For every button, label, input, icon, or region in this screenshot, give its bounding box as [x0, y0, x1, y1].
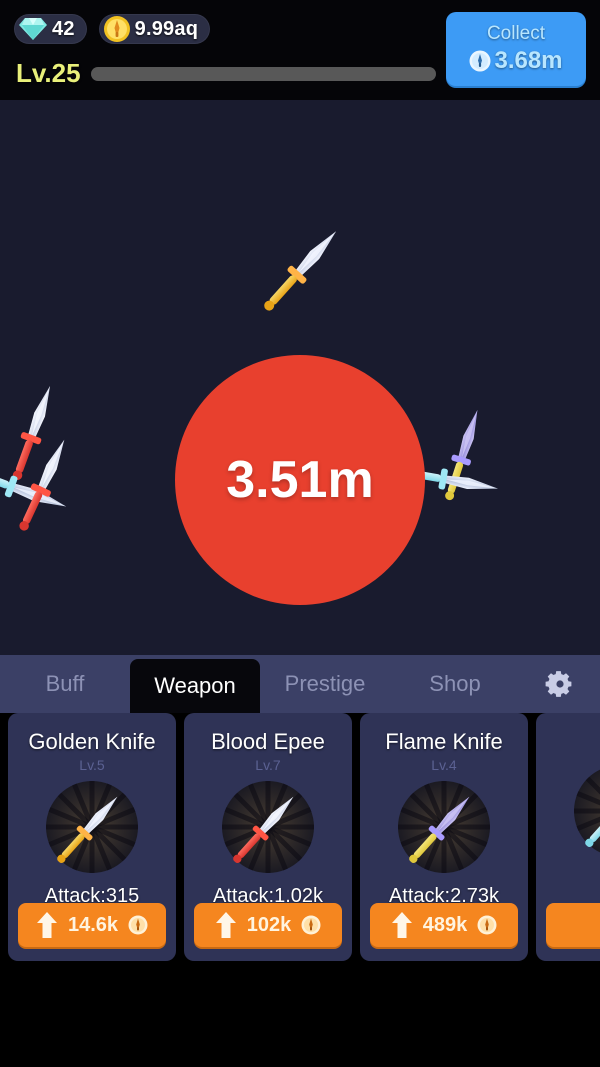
- coin-icon: [128, 915, 148, 935]
- tab-weapon[interactable]: Weapon: [130, 659, 260, 713]
- upgrade-button[interactable]: 102k: [194, 903, 342, 947]
- tab-label: Prestige: [284, 671, 366, 696]
- gem-counter[interactable]: 42: [14, 14, 87, 44]
- collect-amount-row: 3.68m: [469, 47, 563, 75]
- up-arrow-icon: [36, 911, 58, 939]
- upgrade-cost: 489k: [422, 913, 468, 936]
- weapon-card[interactable]: Golden Knife Lv.5 Attack:315 14.6k: [8, 713, 176, 961]
- upgrade-button[interactable]: 489k: [370, 903, 518, 947]
- gear-icon: [545, 669, 575, 699]
- golden-knife-flying: [250, 220, 348, 324]
- weapon-card[interactable]: Blood Epee Lv.7 Attack:1.02k 102k: [184, 713, 352, 961]
- tab-label: Buff: [45, 671, 85, 696]
- unlock-button[interactable]: [546, 903, 600, 947]
- weapon-level: Lv.4: [431, 757, 457, 773]
- play-field[interactable]: 3.51m: [0, 100, 600, 655]
- tab-prestige[interactable]: Prestige: [260, 655, 390, 713]
- tab-list: Buff Weapon Prestige Shop: [0, 655, 520, 713]
- weapon-name: Blood Epee: [211, 729, 325, 754]
- tab-shop[interactable]: Shop: [390, 655, 520, 713]
- level-row: Lv.25: [16, 58, 436, 89]
- up-arrow-icon: [215, 911, 237, 939]
- coin-counter[interactable]: 9.99aq: [98, 14, 211, 44]
- collect-amount: 3.68m: [494, 47, 563, 74]
- settings-button[interactable]: [520, 655, 600, 713]
- weapon-card-list: Golden Knife Lv.5 Attack:315 14.6k Blood Ep…: [0, 713, 600, 963]
- weapon-icon: [220, 779, 316, 875]
- coin-icon: [469, 50, 491, 72]
- game-screen: 42 9.99aq Lv.25 Collect 3.68m 3.51m Buff…: [0, 0, 600, 1067]
- weapon-icon: [572, 763, 600, 859]
- coin-icon: [301, 915, 321, 935]
- weapon-name: Golden Knife: [28, 729, 156, 754]
- top-hud: 42 9.99aq Lv.25 Collect 3.68m: [0, 0, 600, 100]
- weapon-icon: [396, 779, 492, 875]
- level-progress-bar: [90, 66, 436, 81]
- collect-label: Collect: [486, 23, 546, 44]
- collect-button[interactable]: Collect 3.68m: [446, 12, 586, 86]
- currency-row: 42 9.99aq: [14, 14, 211, 44]
- level-label: Lv.25: [16, 58, 81, 88]
- upgrade-cost: 102k: [246, 913, 292, 936]
- coin-value: 9.99aq: [134, 17, 199, 40]
- tab-bar: Buff Weapon Prestige Shop: [0, 655, 600, 713]
- weapon-card[interactable]: Agi Atta: [536, 713, 600, 961]
- tab-label: Weapon: [154, 673, 236, 698]
- weapon-level: Lv.7: [255, 757, 281, 773]
- gem-value: 42: [52, 17, 75, 40]
- diamond-icon: [18, 16, 48, 42]
- weapon-name: Flame Knife: [385, 729, 503, 754]
- tab-buff[interactable]: Buff: [0, 655, 130, 713]
- enemy-hp-value: 3.51m: [226, 451, 374, 509]
- up-arrow-icon: [391, 911, 413, 939]
- weapon-level: Lv.5: [79, 757, 105, 773]
- upgrade-cost: 14.6k: [67, 913, 119, 936]
- coin-icon: [477, 915, 497, 935]
- weapon-icon: [44, 779, 140, 875]
- enemy-core[interactable]: 3.51m: [175, 355, 425, 605]
- upgrade-button[interactable]: 14.6k: [18, 903, 166, 947]
- weapon-card[interactable]: Flame Knife Lv.4 Attack:2.73k 489k: [360, 713, 528, 961]
- coin-icon: [103, 15, 131, 43]
- tab-label: Shop: [429, 671, 481, 696]
